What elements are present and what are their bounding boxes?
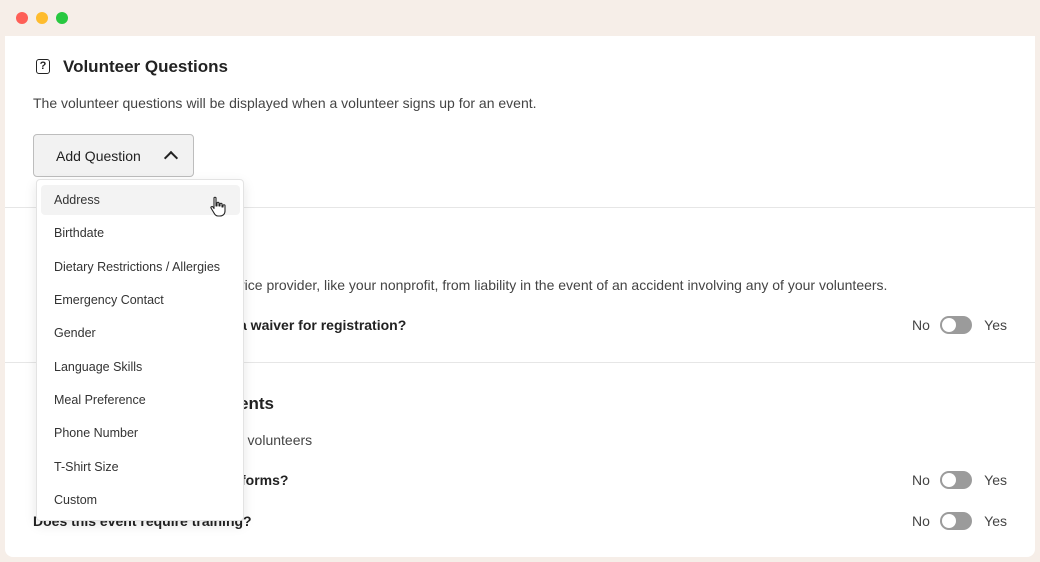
requirements-description: r volunteers [239,432,313,448]
add-question-button[interactable]: Add Question [33,134,194,177]
dropdown-item-t-shirt-size[interactable]: T-Shirt Size [41,452,240,482]
add-question-dropdown: Address Birthdate Dietary Restrictions /… [36,179,244,521]
add-question-label: Add Question [56,148,141,164]
dropdown-item-birthdate[interactable]: Birthdate [41,218,240,248]
help-icon: ? [36,59,50,74]
hand-cursor-icon [210,196,226,217]
requirements-title: ents [239,394,274,413]
training-toggle-row: No Yes [912,511,1007,531]
dropdown-item-language-skills[interactable]: Language Skills [41,352,240,382]
training-toggle-switch[interactable] [940,512,972,530]
toggle-yes-label: Yes [984,472,1007,488]
toggle-knob [942,473,956,487]
forms-toggle-row: No Yes [912,470,1007,490]
settings-panel: ? Volunteer Questions The volunteer ques… [5,36,1035,557]
dropdown-item-meal-preference[interactable]: Meal Preference [41,385,240,415]
minimize-window-button[interactable] [36,12,48,24]
dropdown-item-phone-number[interactable]: Phone Number [41,418,240,448]
app-window: ? Volunteer Questions The volunteer ques… [2,0,1038,560]
toggle-yes-label: Yes [984,513,1007,529]
dropdown-item-custom[interactable]: Custom [41,485,240,515]
dropdown-item-dietary-restrictions[interactable]: Dietary Restrictions / Allergies [41,252,240,282]
toggle-no-label: No [912,472,930,488]
waiver-question: a waiver for registration? [239,317,407,333]
toggle-no-label: No [912,513,930,529]
title-bar [2,0,1038,36]
dropdown-item-gender[interactable]: Gender [41,318,240,348]
toggle-no-label: No [912,317,930,333]
toggle-knob [942,318,956,332]
toggle-yes-label: Yes [984,317,1007,333]
forms-toggle-switch[interactable] [940,471,972,489]
waiver-toggle-switch[interactable] [940,316,972,334]
forms-question: forms? [241,472,289,488]
waiver-toggle-row: No Yes [912,315,1007,335]
toggle-knob [942,514,956,528]
maximize-window-button[interactable] [56,12,68,24]
waiver-description: rvice provider, like your nonprofit, fro… [233,277,888,293]
volunteer-questions-description: The volunteer questions will be displaye… [33,95,537,111]
dropdown-item-emergency-contact[interactable]: Emergency Contact [41,285,240,315]
close-window-button[interactable] [16,12,28,24]
chevron-up-icon [163,150,179,166]
volunteer-questions-title: Volunteer Questions [63,57,228,76]
